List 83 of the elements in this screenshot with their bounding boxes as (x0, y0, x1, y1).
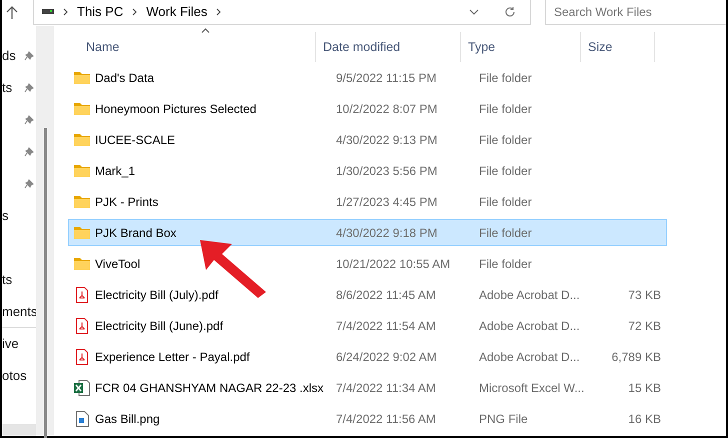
type-cell: Adobe Acrobat D... (479, 350, 580, 364)
breadcrumb-item[interactable]: Work Files (146, 2, 208, 22)
file-row[interactable]: FCR 04 GHANSHYAM NAGAR 22-23 .xlsx 7/4/2022 11:34 AM Microsoft Excel W... 15 KB (68, 374, 667, 401)
nav-item[interactable]: ts (2, 78, 12, 98)
nav-item[interactable]: otos (2, 366, 27, 386)
type-cell: File folder (479, 132, 532, 146)
date-cell: 1/27/2023 4:45 PM (336, 194, 438, 208)
drive-icon (42, 9, 54, 14)
column-header[interactable]: Name (68, 32, 316, 62)
chevron-icon (132, 8, 138, 16)
file-row[interactable]: Electricity Bill (July).pdf 8/6/2022 11:45 AM Adobe Acrobat D... 73 KB (68, 281, 667, 308)
file-row[interactable]: Dad's Data 9/5/2022 11:15 PM File folder (68, 64, 667, 91)
column-header[interactable]: Type (461, 32, 581, 62)
file-name: Experience Letter - Payal.pdf (95, 350, 250, 364)
pin-icon[interactable] (24, 51, 34, 61)
file-name: PJK Brand Box (95, 226, 176, 240)
search-input: Search Work Files (554, 2, 726, 20)
pin-icon[interactable] (24, 83, 34, 93)
file-name: ViveTool (95, 256, 140, 270)
column-header[interactable]: Date modified (316, 32, 461, 62)
date-cell: 9/5/2022 11:15 PM (336, 70, 437, 84)
file-row[interactable]: Gas Bill.png 7/4/2022 11:56 AM PNG File 16 KB (68, 405, 667, 432)
nav-item[interactable]: s (2, 206, 8, 226)
type-cell: File folder (479, 226, 532, 240)
file-name: PJK - Prints (95, 194, 158, 208)
file-row[interactable]: Experience Letter - Payal.pdf 6/24/2022 9:02 AM Adobe Acrobat D... 6,789 KB (68, 343, 667, 370)
file-row[interactable]: ViveTool 10/21/2022 10:55 AM File folder (68, 250, 667, 277)
type-cell: Adobe Acrobat D... (479, 318, 580, 332)
file-name: Dad's Data (95, 70, 154, 84)
file-row[interactable]: PJK - Prints 1/27/2023 4:45 PM File folder (68, 188, 667, 215)
chevron-icon[interactable] (216, 8, 222, 16)
pin-icon[interactable] (24, 115, 34, 125)
file-row[interactable]: Mark_1 1/30/2023 5:56 PM File folder (68, 157, 667, 184)
size-cell: 73 KB (628, 288, 661, 302)
file-name: FCR 04 GHANSHYAM NAGAR 22-23 .xlsx (95, 380, 324, 394)
file-name: Electricity Bill (June).pdf (95, 318, 224, 332)
date-cell: 10/2/2022 8:07 PM (336, 102, 438, 116)
type-cell: File folder (479, 164, 532, 178)
pin-icon[interactable] (24, 147, 34, 157)
file-name: Mark_1 (95, 164, 136, 178)
sort-caret-icon (201, 28, 210, 33)
address-bar[interactable]: This PC Work Files (33, 0, 531, 24)
date-cell: 1/30/2023 5:56 PM (336, 164, 438, 178)
refresh-icon[interactable] (504, 6, 516, 18)
file-name: Electricity Bill (July).pdf (95, 288, 218, 302)
nav-item[interactable]: ts (2, 270, 12, 290)
date-cell: 7/4/2022 11:34 AM (336, 380, 436, 394)
pin-icon[interactable] (24, 179, 34, 189)
date-cell: 8/6/2022 11:45 AM (336, 288, 436, 302)
nav-item[interactable]: ive (2, 334, 19, 354)
file-row[interactable]: IUCEE-SCALE 4/30/2022 9:13 PM File folder (68, 126, 667, 153)
size-cell: 16 KB (628, 412, 661, 426)
file-name: Honeymoon Pictures Selected (95, 102, 256, 116)
type-cell: PNG File (479, 412, 528, 426)
search-field[interactable]: Search Work Files (545, 0, 726, 24)
file-name: Gas Bill.png (95, 412, 160, 426)
up-arrow-icon[interactable] (6, 6, 18, 20)
date-cell: 4/30/2022 9:13 PM (336, 132, 438, 146)
file-row[interactable]: Honeymoon Pictures Selected 10/2/2022 8:07 PM File folder (68, 95, 667, 122)
type-cell: File folder (479, 194, 532, 208)
column-header[interactable]: Size (581, 32, 655, 62)
date-cell: 6/24/2022 9:02 AM (336, 350, 437, 364)
date-cell: 4/30/2022 9:18 PM (336, 226, 438, 240)
dropdown-icon[interactable] (469, 8, 479, 14)
size-cell: 6,789 KB (612, 350, 661, 364)
scrollbar-thumb[interactable] (44, 128, 47, 438)
size-cell: 72 KB (628, 318, 661, 332)
breadcrumb-item[interactable]: This PC (77, 2, 124, 22)
date-cell: 7/4/2022 11:54 AM (336, 318, 436, 332)
type-cell: File folder (479, 70, 532, 84)
nav-item[interactable]: ds (2, 46, 16, 66)
chevron-icon (63, 8, 68, 16)
file-name: IUCEE-SCALE (95, 132, 176, 146)
date-cell: 7/4/2022 11:56 AM (336, 412, 436, 426)
type-cell: Microsoft Excel W... (479, 380, 584, 394)
type-cell: Adobe Acrobat D... (479, 288, 580, 302)
file-row[interactable]: Electricity Bill (June).pdf 7/4/2022 11:54 AM Adobe Acrobat D... 72 KB (68, 312, 667, 339)
size-cell: 15 KB (628, 380, 661, 394)
type-cell: File folder (479, 102, 532, 116)
type-cell: File folder (479, 256, 532, 270)
nav-item[interactable]: ments (2, 302, 38, 322)
date-cell: 10/21/2022 10:55 AM (336, 256, 450, 270)
file-row[interactable]: PJK Brand Box 4/30/2022 9:18 PM File folder (68, 219, 667, 246)
